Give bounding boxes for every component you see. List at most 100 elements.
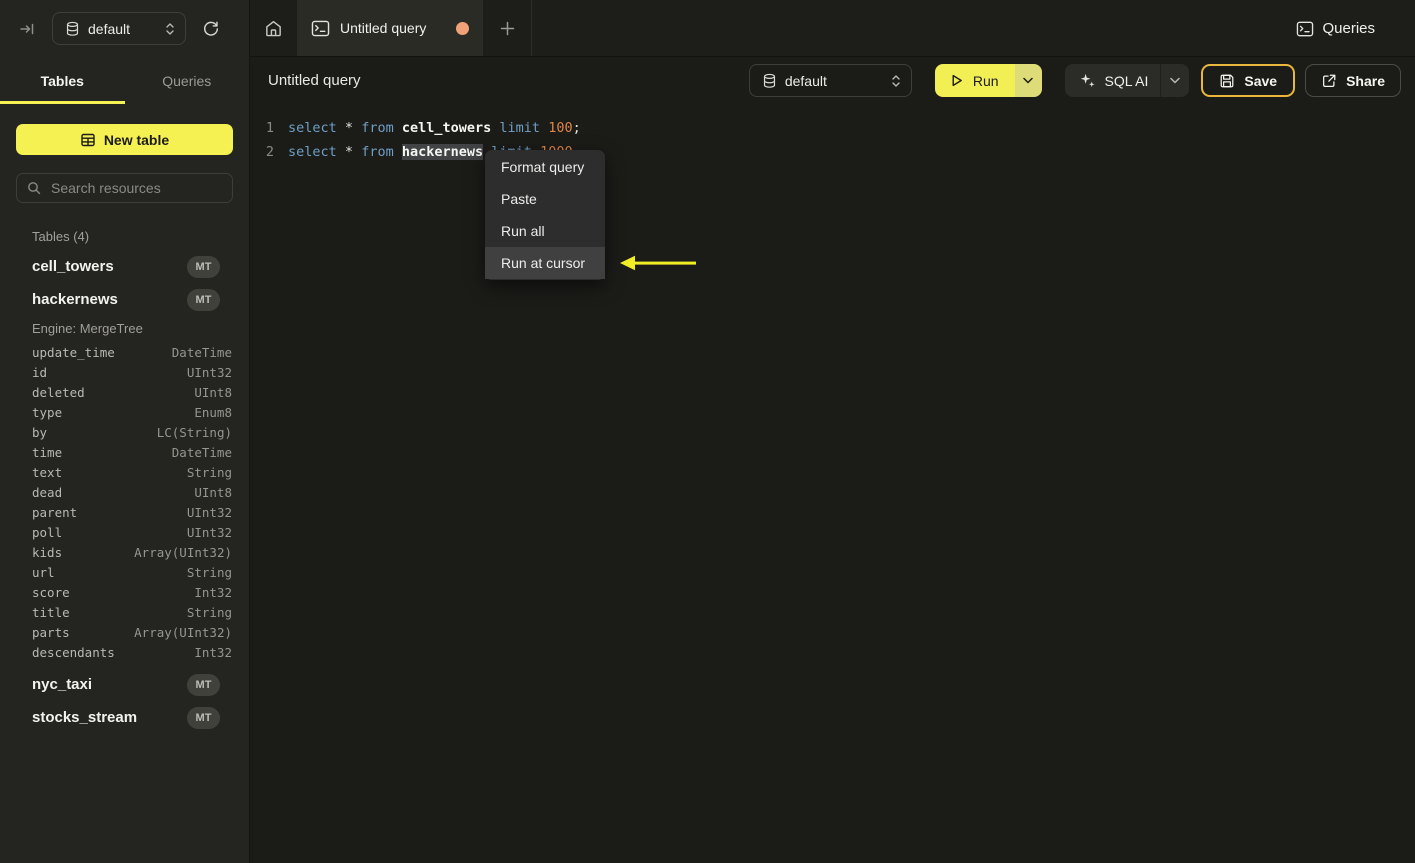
sql-editor[interactable]: 1 select * from cell_towers limit 100; 2 se…	[250, 104, 1415, 164]
column-name: by	[32, 424, 48, 440]
editor-line-2[interactable]: 2select * from hackernews limit 1000	[250, 140, 1415, 164]
active-tab-underline	[0, 101, 125, 104]
column-type: DateTime	[171, 444, 232, 460]
editor-line-1[interactable]: 1 select * from cell_towers limit 100;	[250, 116, 1415, 140]
search-icon	[27, 181, 41, 195]
sidebar-tab-tables[interactable]: Tables	[0, 57, 125, 104]
column-list: update_time DateTime id UInt32 deleted UInt8 t…	[0, 340, 249, 668]
table-name: stocks_stream	[32, 709, 138, 726]
table-row-cell-towers[interactable]: cell_towers MT	[0, 250, 249, 283]
column-row: url String	[0, 562, 249, 582]
sidebar-tab-queries[interactable]: Queries	[125, 57, 250, 104]
column-name: time	[32, 444, 63, 460]
code-token: *	[344, 144, 354, 160]
code-token: *	[344, 120, 354, 136]
sidebar-database-selector[interactable]: default	[52, 12, 186, 45]
column-type: String	[186, 564, 232, 580]
sidebar-tab-queries-label: Queries	[162, 72, 212, 89]
sql-ai-options-button[interactable]	[1160, 64, 1189, 97]
query-title: Untitled query	[268, 72, 361, 89]
chevron-updown-icon	[891, 74, 901, 88]
annotation-arrow	[618, 252, 700, 274]
column-name: id	[32, 364, 48, 380]
home-tab[interactable]	[250, 0, 297, 56]
run-button-label: Run	[972, 72, 999, 89]
collapse-sidebar-button[interactable]	[12, 14, 42, 44]
column-type: UInt32	[186, 504, 232, 520]
editor-context-menu: Format query Paste Run all Run at cursor	[485, 150, 605, 280]
toolbar-database-value: default	[784, 72, 827, 89]
terminal-icon	[311, 20, 330, 37]
code-token: hackernews	[401, 144, 484, 160]
column-row: time DateTime	[0, 442, 249, 462]
toolbar-db-left: default	[762, 73, 827, 89]
share-button[interactable]: Share	[1305, 64, 1401, 97]
new-tab-button[interactable]	[483, 0, 531, 56]
search-resources-input[interactable]	[49, 179, 234, 197]
menu-item-format-query[interactable]: Format query	[485, 151, 605, 183]
column-name: url	[32, 564, 55, 580]
column-type: String	[186, 464, 232, 480]
tab-untitled-query[interactable]: Untitled query	[297, 0, 483, 56]
table-row-nyc-taxi[interactable]: nyc_taxi MT	[0, 668, 249, 701]
code-token: select	[288, 120, 337, 136]
toolbar-database-selector[interactable]: default	[748, 64, 912, 97]
column-type: LC(String)	[156, 424, 232, 440]
menu-item-run-at-cursor[interactable]: Run at cursor	[485, 247, 605, 279]
column-type: UInt32	[186, 524, 232, 540]
code-token: 100	[548, 120, 573, 136]
sidebar-body: New table Tables (4) cell_towersMThacker…	[0, 104, 249, 734]
sql-console-app: default Tables Queries New table Search …	[0, 0, 1415, 863]
menu-item-run-all[interactable]: Run all	[485, 215, 605, 247]
search-resources-box[interactable]	[16, 173, 234, 203]
column-name: text	[32, 464, 63, 480]
queries-button[interactable]: Queries	[1296, 0, 1375, 57]
play-icon	[949, 73, 964, 88]
run-options-button[interactable]	[1014, 64, 1042, 97]
code-token: cell_towers	[401, 120, 492, 136]
sidebar-tab-tables-label: Tables	[40, 72, 84, 89]
column-name: score	[32, 584, 70, 600]
engine-badge: MT	[187, 255, 220, 278]
column-row: descendants Int32	[0, 642, 249, 662]
column-row: parts Array(UInt32)	[0, 622, 249, 642]
engine-badge: MT	[187, 673, 220, 696]
tables-list: cell_towers MT hackernews MT Engine: MergeTr…	[0, 250, 249, 734]
menu-item-paste[interactable]: Paste	[485, 183, 605, 215]
run-split-button: Run	[934, 64, 1042, 97]
column-row: type Enum8	[0, 402, 249, 422]
sidebar-database-value: default	[88, 20, 131, 37]
table-row-stocks-stream[interactable]: stocks_stream MT	[0, 701, 249, 734]
sql-ai-label: SQL AI	[1104, 72, 1149, 89]
database-icon	[762, 73, 777, 89]
column-type: Enum8	[194, 404, 232, 420]
column-name: title	[32, 604, 70, 620]
column-name: poll	[32, 524, 63, 540]
refresh-button[interactable]	[196, 14, 226, 44]
sql-ai-button[interactable]: SQL AI	[1065, 64, 1161, 97]
save-button[interactable]: Save	[1201, 64, 1296, 97]
new-table-button[interactable]: New table	[16, 124, 233, 155]
column-row: update_time DateTime	[0, 342, 249, 362]
column-name: kids	[32, 544, 63, 560]
sidebar-header: default	[0, 0, 249, 57]
main-area: Untitled query Queries Untitled query de…	[250, 0, 1415, 863]
column-type: Int32	[194, 584, 232, 600]
column-type: DateTime	[171, 344, 232, 360]
run-button[interactable]: Run	[934, 64, 1015, 97]
column-row: by LC(String)	[0, 422, 249, 442]
sidebar: default Tables Queries New table Search …	[0, 0, 250, 863]
line-code: select * from cell_towers limit 100;	[288, 120, 581, 136]
sparkles-icon	[1079, 72, 1096, 89]
table-row-hackernews[interactable]: hackernews MT	[0, 283, 249, 316]
sidebar-tabs: Tables Queries	[0, 57, 249, 104]
tab-label: Untitled query	[340, 20, 427, 36]
table-grid-icon	[80, 132, 96, 148]
column-type: Int32	[194, 644, 232, 660]
queries-button-label: Queries	[1322, 20, 1375, 37]
save-button-label: Save	[1244, 72, 1278, 89]
